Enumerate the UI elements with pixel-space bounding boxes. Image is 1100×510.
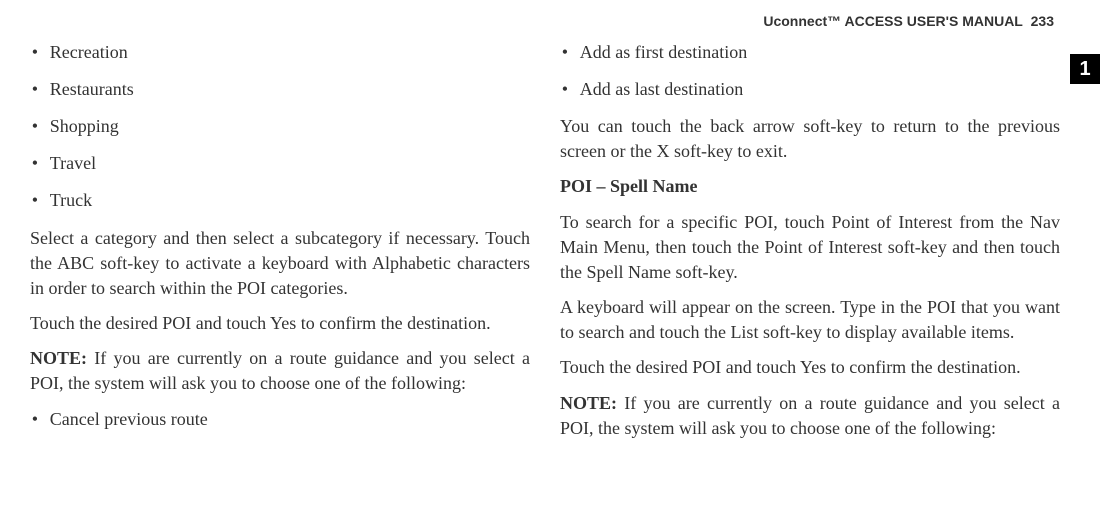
- note-body: If you are currently on a route guidance…: [560, 393, 1060, 438]
- list-item: Add as last destination: [560, 77, 1060, 102]
- content-columns: Recreation Restaurants Shopping Travel T…: [30, 40, 1060, 448]
- category-list: Recreation Restaurants Shopping Travel T…: [30, 40, 530, 214]
- paragraph: You can touch the back arrow soft-key to…: [560, 114, 1060, 164]
- paragraph: Touch the desired POI and touch Yes to c…: [30, 311, 530, 336]
- note-paragraph: NOTE: If you are currently on a route gu…: [30, 346, 530, 396]
- paragraph: A keyboard will appear on the screen. Ty…: [560, 295, 1060, 345]
- note-lead: NOTE:: [560, 393, 617, 413]
- note-lead: NOTE:: [30, 348, 87, 368]
- paragraph: Select a category and then select a subc…: [30, 226, 530, 302]
- subheading: POI – Spell Name: [560, 174, 1060, 199]
- list-item: Add as first destination: [560, 40, 1060, 65]
- paragraph: Touch the desired POI and touch Yes to c…: [560, 355, 1060, 380]
- option-list: Cancel previous route: [30, 407, 530, 432]
- paragraph: To search for a specific POI, touch Poin…: [560, 210, 1060, 286]
- note-paragraph: NOTE: If you are currently on a route gu…: [560, 391, 1060, 441]
- list-item: Cancel previous route: [30, 407, 530, 432]
- list-item: Travel: [30, 151, 530, 176]
- page-number: 233: [1031, 13, 1054, 29]
- list-item: Truck: [30, 188, 530, 213]
- page-header: Uconnect™ ACCESS USER'S MANUAL 233: [30, 12, 1060, 32]
- list-item: Restaurants: [30, 77, 530, 102]
- list-item: Shopping: [30, 114, 530, 139]
- manual-title: Uconnect™ ACCESS USER'S MANUAL: [763, 13, 1023, 29]
- list-item: Recreation: [30, 40, 530, 65]
- section-tab: 1: [1070, 54, 1100, 84]
- option-list: Add as first destination Add as last des…: [560, 40, 1060, 102]
- note-body: If you are currently on a route guidance…: [30, 348, 530, 393]
